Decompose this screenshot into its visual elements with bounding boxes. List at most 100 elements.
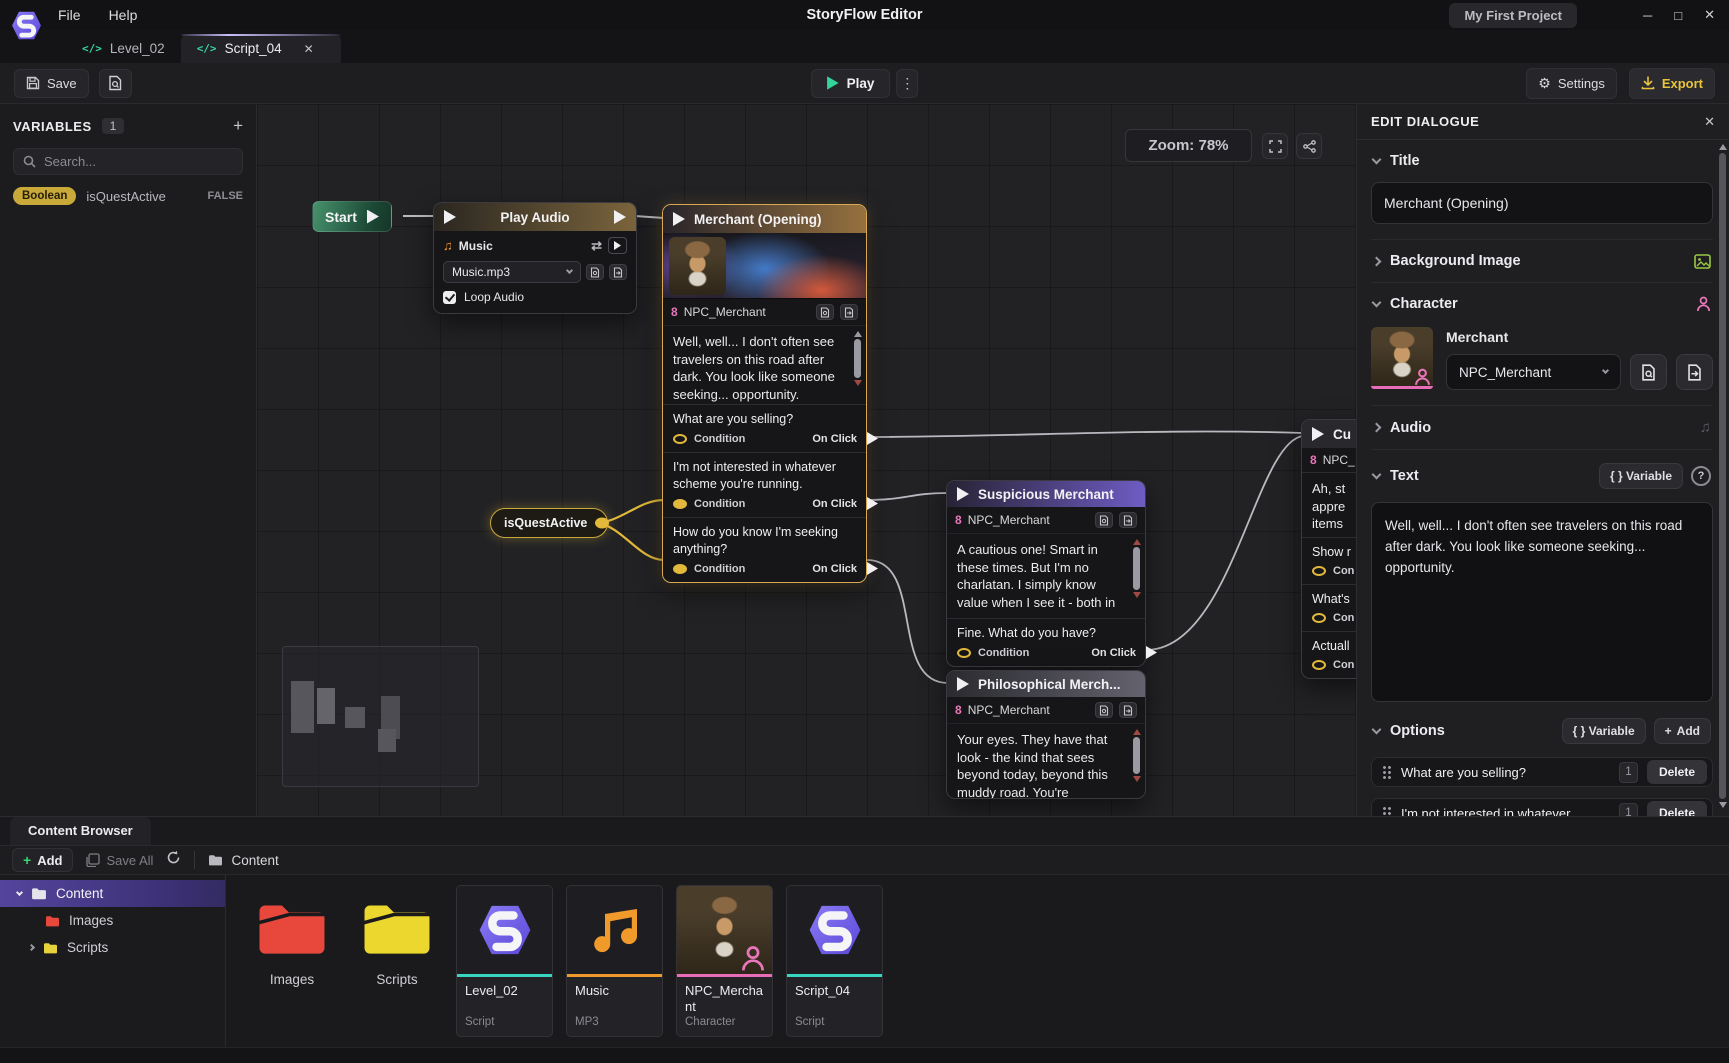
view-asset-button[interactable] <box>586 264 604 280</box>
add-option-button[interactable]: + Add <box>1654 718 1711 744</box>
condition-pin[interactable] <box>1312 566 1326 576</box>
node-graph-canvas[interactable]: Start Play Audio ♫ Music ⇄ <box>257 104 1356 816</box>
breadcrumb[interactable]: Content <box>208 853 278 868</box>
view-asset-button[interactable] <box>1630 354 1667 390</box>
on-click-port[interactable]: On Click <box>812 432 858 445</box>
node-philosophical-merchant[interactable]: Philosophical Merch... 8 NPC_Merchant Yo… <box>946 670 1146 799</box>
drag-handle-icon[interactable] <box>1382 806 1392 816</box>
dialogue-option[interactable]: How do you know I'm seeking anything? Co… <box>663 517 866 582</box>
dialogue-option[interactable]: Fine. What do you have? Condition On Cli… <box>947 618 1145 666</box>
loop-audio-checkbox[interactable] <box>443 291 456 304</box>
condition-pin[interactable] <box>673 499 687 509</box>
audio-file-select[interactable]: Music.mp3 <box>443 261 581 283</box>
insert-variable-button[interactable]: { } Variable <box>1599 463 1683 489</box>
folder-scripts[interactable]: Scripts <box>351 901 443 987</box>
assign-asset-button[interactable] <box>1119 512 1137 528</box>
asset-card-script-04[interactable]: Script_04 Script <box>786 885 883 1037</box>
text-scrollbar[interactable] <box>1132 539 1141 613</box>
tree-item-images[interactable]: Images <box>0 907 225 934</box>
close-panel-icon[interactable]: ✕ <box>1704 114 1715 130</box>
option-text-input[interactable]: I'm not interested in whatever <box>1401 806 1610 817</box>
export-button[interactable]: Export <box>1629 68 1715 99</box>
script-inspect-button[interactable] <box>99 69 132 98</box>
character-select[interactable]: NPC_Merchant <box>1446 354 1621 390</box>
variables-search-input[interactable]: Search... <box>13 148 243 175</box>
input-port[interactable] <box>444 210 456 224</box>
text-scrollbar[interactable] <box>853 331 862 399</box>
maximize-icon[interactable]: □ <box>1674 8 1682 23</box>
assign-asset-button[interactable] <box>1676 354 1713 390</box>
option-text-input[interactable]: What are you selling? <box>1401 765 1610 780</box>
view-asset-button[interactable] <box>816 304 834 320</box>
section-options[interactable]: Options { } Variable + Add <box>1371 710 1713 757</box>
node-play-audio[interactable]: Play Audio ♫ Music ⇄ Music.mp3 <box>433 202 637 314</box>
condition-pin[interactable] <box>1312 660 1326 670</box>
condition-pin[interactable] <box>1312 613 1326 623</box>
help-icon[interactable]: ? <box>1691 466 1711 486</box>
on-click-port[interactable]: On Click <box>812 497 858 510</box>
minimap[interactable] <box>282 646 479 787</box>
save-all-button[interactable]: Save All <box>86 853 153 868</box>
chevron-right-icon[interactable] <box>28 944 35 951</box>
node-merchant-opening[interactable]: Merchant (Opening) 8 NPC_Merchant <box>662 204 867 583</box>
preview-audio-button[interactable] <box>608 237 627 254</box>
section-background-image[interactable]: Background Image <box>1371 240 1713 282</box>
variable-row[interactable]: Boolean isQuestActive FALSE <box>13 187 243 205</box>
node-suspicious-merchant[interactable]: Suspicious Merchant 8 NPC_Merchant A cau… <box>946 480 1146 667</box>
dialogue-option[interactable]: Actuall Con <box>1302 631 1356 678</box>
section-audio[interactable]: Audio ♫ <box>1371 406 1713 449</box>
view-asset-button[interactable] <box>1095 702 1113 718</box>
asset-card-level-02[interactable]: Level_02 Script <box>456 885 553 1037</box>
close-tab-icon[interactable]: ✕ <box>304 42 314 56</box>
text-scrollbar[interactable] <box>1132 729 1141 793</box>
minimize-icon[interactable]: ─ <box>1643 8 1652 23</box>
menu-file[interactable]: File <box>58 7 81 23</box>
dialogue-option[interactable]: Show r Con <box>1302 537 1356 584</box>
insert-variable-button[interactable]: { } Variable <box>1562 718 1646 744</box>
add-variable-button[interactable]: + <box>233 116 243 136</box>
tree-item-content[interactable]: Content <box>0 880 225 907</box>
input-port[interactable] <box>957 487 969 501</box>
node-start[interactable]: Start <box>312 201 392 232</box>
output-port[interactable] <box>367 210 379 224</box>
on-click-port[interactable]: On Click <box>1091 646 1137 659</box>
node-clipped-right[interactable]: Cu 8 NPC_ Ah, st appre items Show r Con <box>1301 419 1356 679</box>
tab-level-02[interactable]: </> Level_02 <box>66 34 181 63</box>
chevron-down-icon[interactable] <box>16 888 23 895</box>
panel-scrollbar[interactable] <box>1718 144 1727 808</box>
settings-button[interactable]: ⚙ Settings <box>1526 68 1617 99</box>
tree-item-scripts[interactable]: Scripts <box>0 934 225 961</box>
menu-help[interactable]: Help <box>109 7 138 23</box>
assign-asset-button[interactable] <box>1119 702 1137 718</box>
input-port[interactable] <box>673 212 685 226</box>
add-asset-button[interactable]: + Add <box>12 848 73 872</box>
condition-pin[interactable] <box>673 564 687 574</box>
content-browser-tab[interactable]: Content Browser <box>10 817 151 845</box>
tab-script-04[interactable]: </> Script_04 ✕ <box>181 34 341 63</box>
output-port[interactable] <box>595 518 609 529</box>
input-port[interactable] <box>957 677 969 691</box>
drag-handle-icon[interactable] <box>1382 765 1392 779</box>
asset-card-music[interactable]: Music MP3 <box>566 885 663 1037</box>
play-button[interactable]: Play <box>811 69 891 98</box>
fit-view-button[interactable] <box>1262 133 1288 159</box>
dialogue-option[interactable]: What are you selling? Condition On Click <box>663 404 866 452</box>
delete-option-button[interactable]: Delete <box>1647 801 1707 816</box>
close-window-icon[interactable]: ✕ <box>1704 7 1715 23</box>
asset-card-npc-merchant[interactable]: NPC_Merchant Character <box>676 885 773 1037</box>
dialogue-option[interactable]: What's Con <box>1302 584 1356 631</box>
repeat-icon[interactable]: ⇄ <box>591 238 602 254</box>
title-input[interactable]: Merchant (Opening) <box>1371 182 1713 224</box>
on-click-port[interactable]: On Click <box>812 562 858 575</box>
dialogue-text-input[interactable]: Well, well... I don't often see traveler… <box>1371 502 1713 702</box>
view-asset-button[interactable] <box>1095 512 1113 528</box>
output-port[interactable] <box>614 210 626 224</box>
condition-pin[interactable] <box>673 434 687 444</box>
node-variable-isquestactive[interactable]: isQuestActive <box>490 508 608 538</box>
refresh-button[interactable] <box>166 850 181 870</box>
save-button[interactable]: Save <box>14 69 89 98</box>
delete-option-button[interactable]: Delete <box>1647 760 1707 784</box>
dialogue-option[interactable]: I'm not interested in whatever scheme yo… <box>663 452 866 517</box>
folder-images[interactable]: Images <box>246 901 338 987</box>
section-text[interactable]: Text { } Variable ? <box>1371 450 1713 502</box>
